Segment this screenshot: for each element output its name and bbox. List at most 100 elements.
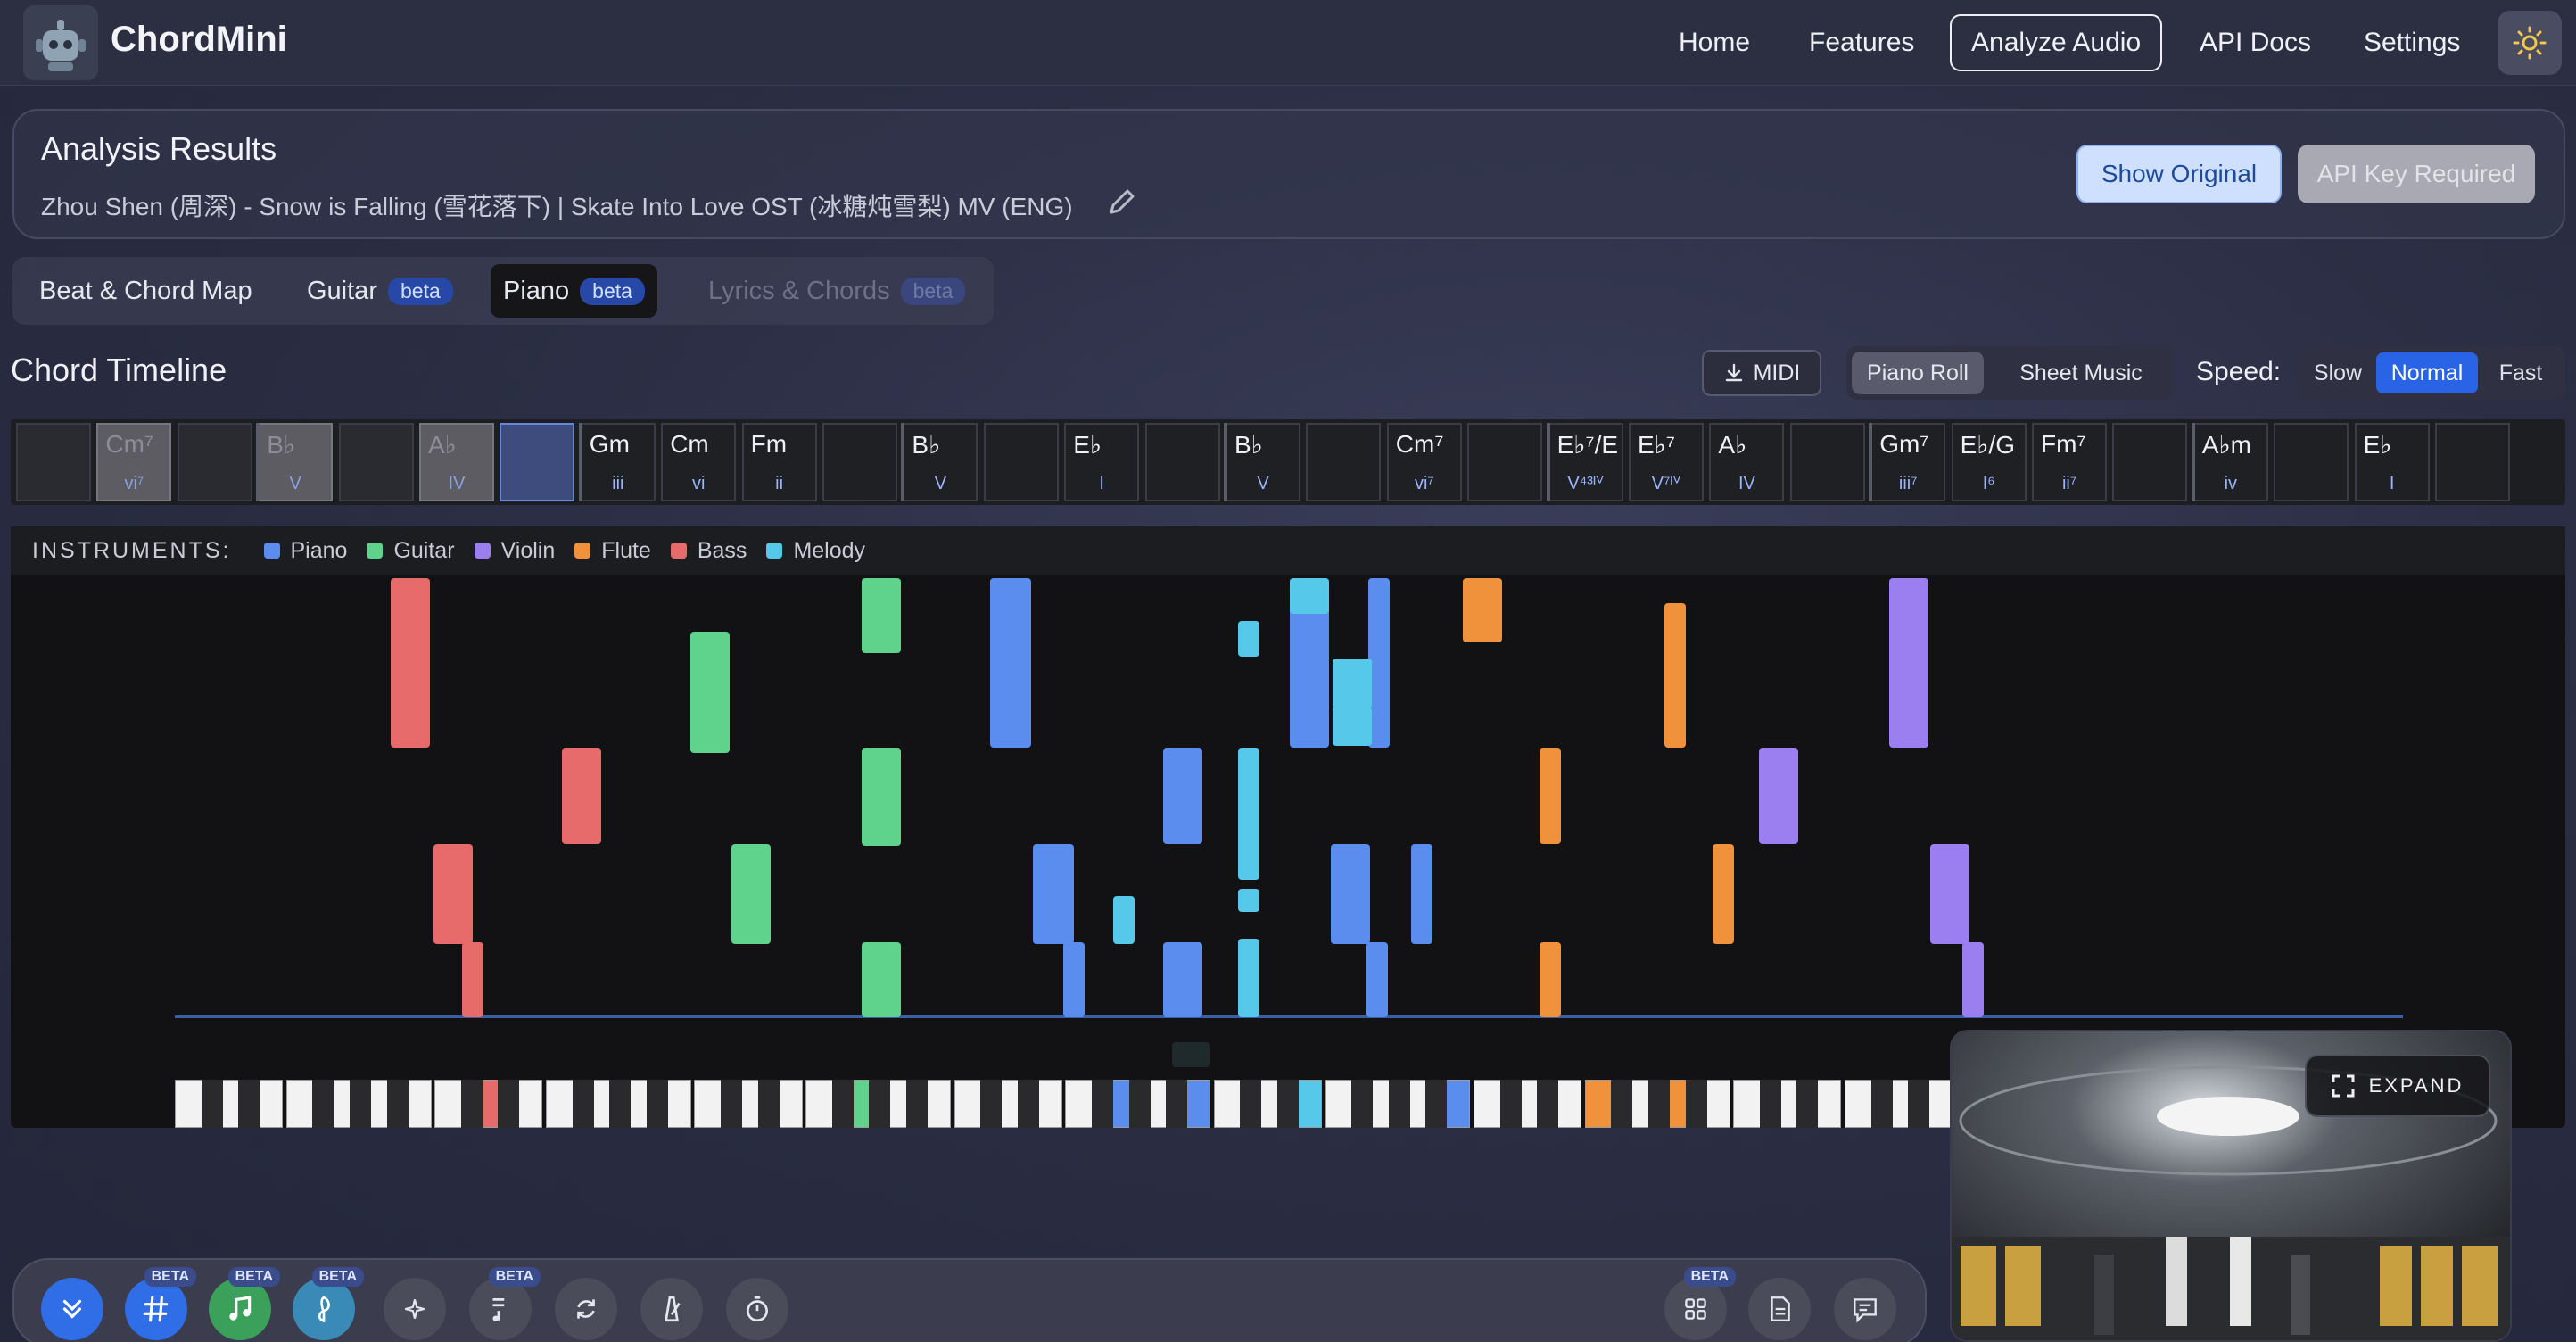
black-key[interactable]	[1351, 1080, 1374, 1128]
black-key[interactable]	[1499, 1080, 1522, 1128]
pencil-icon[interactable]	[1104, 184, 1140, 220]
black-key[interactable]	[1908, 1080, 1930, 1128]
chord-cell[interactable]	[1306, 423, 1382, 501]
black-key[interactable]	[1759, 1080, 1781, 1128]
document-button[interactable]	[1748, 1278, 1811, 1340]
black-key[interactable]	[1388, 1080, 1410, 1128]
chord-cell[interactable]: B♭ V	[903, 423, 978, 501]
piano-keyboard[interactable]	[175, 1080, 1959, 1130]
expand-button[interactable]: EXPAND	[2305, 1055, 2490, 1117]
piano-roll-option[interactable]: Piano Roll	[1852, 352, 1984, 394]
black-key[interactable]	[646, 1080, 668, 1128]
grid-button[interactable]: BETA	[1664, 1267, 1736, 1340]
midi-download-button[interactable]: MIDI	[1702, 350, 1821, 396]
black-key[interactable]	[1685, 1080, 1707, 1128]
nav-settings[interactable]: Settings	[2364, 23, 2460, 62]
speed-slow[interactable]: Slow	[2305, 352, 2371, 393]
tab-guitar[interactable]: Guitar beta	[294, 264, 466, 318]
black-key[interactable]	[1240, 1080, 1262, 1128]
nav-analyze-audio[interactable]: Analyze Audio	[1950, 14, 2163, 71]
black-key[interactable]	[1277, 1080, 1299, 1128]
black-key[interactable]	[831, 1080, 854, 1128]
black-key[interactable]	[312, 1080, 334, 1128]
chord-cell[interactable]: E♭⁷ V⁷ᴵⱽ	[1629, 423, 1704, 501]
black-key[interactable]	[572, 1080, 594, 1128]
black-key[interactable]	[757, 1080, 780, 1128]
theme-toggle-button[interactable]	[2498, 11, 2562, 75]
black-key[interactable]	[1648, 1080, 1670, 1128]
sheet-music-option[interactable]: Sheet Music	[1996, 352, 2166, 394]
refresh-button[interactable]	[555, 1278, 617, 1340]
tab-beat-chord-map[interactable]: Beat & Chord Map	[27, 264, 265, 318]
black-key[interactable]	[1537, 1080, 1559, 1128]
chord-cell[interactable]	[1144, 423, 1220, 501]
black-key[interactable]	[1128, 1080, 1151, 1128]
black-key[interactable]	[201, 1080, 223, 1128]
stopwatch-button[interactable]	[726, 1278, 788, 1340]
chord-cell[interactable]	[16, 423, 91, 501]
black-key[interactable]	[1017, 1080, 1039, 1128]
chord-cell[interactable]: A♭m iv	[2192, 423, 2268, 501]
chord-cell[interactable]: Cm⁷ vi⁷	[96, 423, 172, 501]
chord-cell[interactable]	[177, 423, 252, 501]
black-key[interactable]	[869, 1080, 891, 1128]
chord-cell[interactable]	[2112, 423, 2188, 501]
black-key[interactable]	[238, 1080, 260, 1128]
black-key[interactable]	[980, 1080, 1003, 1128]
sparkles-button[interactable]	[384, 1278, 446, 1340]
nav-api-docs[interactable]: API Docs	[2200, 23, 2311, 62]
api-key-required-button[interactable]: API Key Required	[2298, 145, 2535, 203]
speed-normal[interactable]: Normal	[2376, 352, 2478, 393]
black-key[interactable]	[1611, 1080, 1633, 1128]
chord-cell[interactable]: A♭ IV	[419, 423, 494, 501]
hash-button[interactable]: BETA	[125, 1267, 196, 1340]
black-key[interactable]	[1796, 1080, 1819, 1128]
music-list-button[interactable]: BETA	[469, 1267, 541, 1340]
nav-home[interactable]: Home	[1679, 23, 1750, 62]
speed-fast[interactable]: Fast	[2483, 352, 2558, 393]
chord-cell[interactable]: A♭ IV	[1709, 423, 1785, 501]
black-key[interactable]	[498, 1080, 520, 1128]
chord-cell[interactable]: E♭ I	[2354, 423, 2430, 501]
music-note-button[interactable]: BETA	[209, 1267, 280, 1340]
nav-features[interactable]: Features	[1809, 23, 1914, 62]
show-original-button[interactable]: Show Original	[2076, 145, 2282, 203]
robot-logo-icon[interactable]	[23, 5, 98, 80]
black-key[interactable]	[460, 1080, 483, 1128]
chord-cell[interactable]	[2274, 423, 2349, 501]
black-key[interactable]	[350, 1080, 371, 1128]
video-player[interactable]: EXPAND	[1950, 1030, 2512, 1342]
brand-name[interactable]: ChordMini	[111, 20, 287, 60]
chord-cell[interactable]: Cm⁷ vi⁷	[1386, 423, 1462, 501]
chord-cell[interactable]	[1467, 423, 1543, 501]
chord-cell[interactable]	[1789, 423, 1865, 501]
treble-clef-button[interactable]: BETA	[293, 1267, 364, 1340]
black-key[interactable]	[386, 1080, 409, 1128]
chord-cell[interactable]	[338, 423, 414, 501]
chord-cell[interactable]: E♭/G I⁶	[1951, 423, 2027, 501]
chord-cell[interactable]: Fm⁷ ii⁷	[2032, 423, 2107, 501]
tab-lyrics-chords[interactable]: Lyrics & Chords beta	[696, 264, 978, 318]
black-key[interactable]	[1870, 1080, 1893, 1128]
black-key[interactable]	[1425, 1080, 1448, 1128]
chord-cell[interactable]	[983, 423, 1059, 501]
tab-piano[interactable]: Piano beta	[491, 264, 657, 318]
chord-cell[interactable]: E♭ I	[1064, 423, 1140, 501]
chat-button[interactable]	[1834, 1278, 1896, 1340]
chevrons-down-button[interactable]	[41, 1278, 103, 1340]
black-key[interactable]	[721, 1080, 742, 1128]
black-key[interactable]	[906, 1080, 928, 1128]
chord-cell[interactable]: B♭ V	[1226, 423, 1300, 501]
chord-cell[interactable]	[2435, 423, 2510, 501]
black-key[interactable]	[1166, 1080, 1188, 1128]
chord-cell[interactable]: Cm vi	[661, 423, 737, 501]
chord-cell[interactable]: B♭ V	[258, 423, 334, 501]
metronome-button[interactable]	[640, 1278, 703, 1340]
chord-cell[interactable]	[500, 423, 575, 501]
chord-cell[interactable]: Gm iii	[580, 423, 656, 501]
black-key[interactable]	[1092, 1080, 1113, 1128]
chord-cell[interactable]: E♭⁷/E V⁴³ᴵⱽ	[1548, 423, 1623, 501]
chord-cell[interactable]: Gm⁷ iii⁷	[1870, 423, 1946, 501]
black-key[interactable]	[609, 1080, 632, 1128]
chord-cell[interactable]	[822, 423, 897, 501]
